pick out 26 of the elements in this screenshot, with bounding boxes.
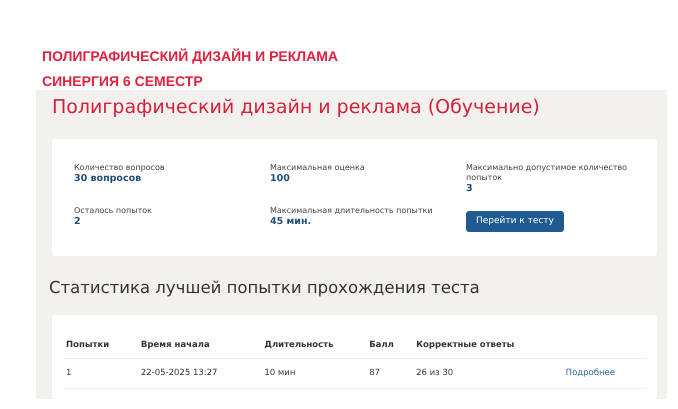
- field-label: Максимально допустимое количество попыток: [466, 162, 628, 183]
- column-header: Время начала: [138, 333, 262, 358]
- table-cell: 22-05-2025 13:27: [138, 358, 262, 388]
- column-header: Корректные ответы: [414, 333, 564, 358]
- column-header: Балл: [367, 333, 414, 358]
- section-title: Статистика лучшей попытки прохождения теста: [49, 278, 481, 298]
- field-value: 100: [270, 172, 291, 185]
- table-cell: 10 мин: [262, 358, 368, 388]
- page-heading: ПОЛИГРАФИЧЕСКИЙ ДИЗАЙН И РЕКЛАМА: [42, 48, 340, 65]
- field-value: 45 мин.: [270, 216, 312, 228]
- field-label: Количество вопросов: [74, 162, 166, 173]
- field-value: 3: [466, 182, 474, 195]
- table-cell: 1: [64, 358, 139, 388]
- table-cell: 26 из 30: [414, 358, 564, 388]
- page-title: Полиграфический дизайн и реклама (Обучение): [52, 96, 541, 119]
- table-cell: 87: [367, 358, 414, 388]
- page-heading: СИНЕРГИЯ 6 СЕМЕСТР: [42, 73, 204, 90]
- field-label: Максимальная длительность попытки: [270, 206, 434, 216]
- field-value: 2: [74, 216, 82, 228]
- field-label: Осталось попыток: [74, 206, 153, 216]
- start-test-button[interactable]: Перейти к тесту: [466, 210, 564, 232]
- details-link[interactable]: Подробнее: [566, 368, 615, 378]
- column-header: Длительность: [262, 333, 368, 358]
- field-label: Максимальная оценка: [270, 162, 366, 173]
- field-value: 30 вопросов: [74, 172, 142, 185]
- column-header: Попытки: [64, 333, 139, 358]
